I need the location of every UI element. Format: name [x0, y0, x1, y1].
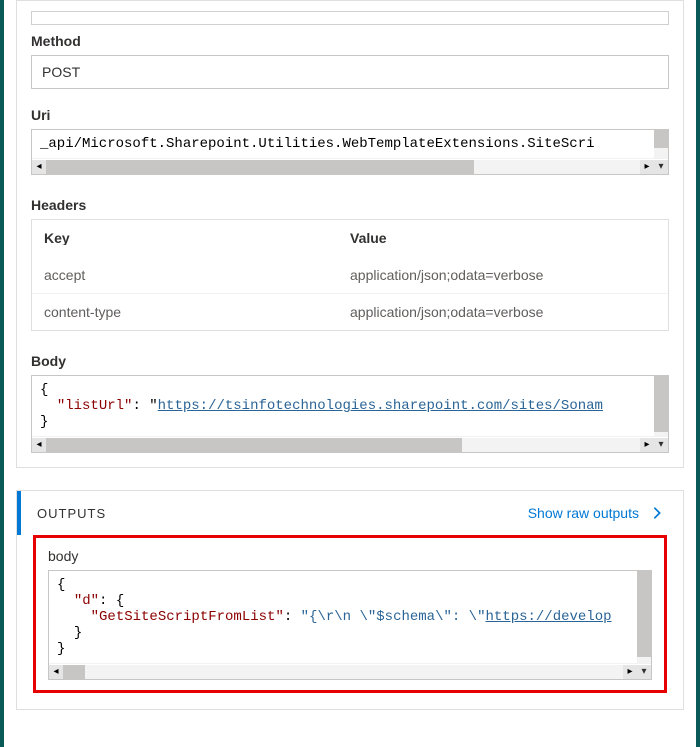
uri-hscroll-track[interactable]: [46, 160, 640, 174]
show-raw-outputs-label: Show raw outputs: [528, 505, 639, 521]
body-json: { "listUrl": "https://tsinfotechnologies…: [32, 376, 668, 436]
headers-key-col: Key: [44, 230, 350, 246]
body-codebox: { "listUrl": "https://tsinfotechnologies…: [31, 375, 669, 453]
headers-label: Headers: [31, 197, 669, 213]
scroll-left-icon[interactable]: ◂: [49, 665, 63, 679]
inputs-card: Method POST Uri _api/Microsoft.Sharepoin…: [16, 0, 684, 468]
headers-field: Headers Key Value accept application/jso…: [31, 197, 669, 331]
output-body-codebox: { "d": { "GetSiteScriptFromList": "{\r\n…: [48, 570, 652, 680]
method-field: Method POST: [31, 33, 669, 89]
header-key: accept: [44, 267, 350, 283]
uri-vscroll-track[interactable]: [654, 130, 668, 158]
body-label: Body: [31, 353, 669, 369]
scroll-left-icon[interactable]: ◂: [32, 438, 46, 452]
scroll-down-icon[interactable]: ▾: [654, 438, 668, 452]
table-row: accept application/json;odata=verbose: [32, 257, 668, 293]
header-value: application/json;odata=verbose: [350, 304, 656, 320]
method-label: Method: [31, 33, 669, 49]
header-key: content-type: [44, 304, 350, 320]
uri-label: Uri: [31, 107, 669, 123]
uri-hscroll-thumb[interactable]: [46, 160, 474, 174]
output-body-highlight: body { "d": { "GetSiteScriptFromList": "…: [33, 535, 667, 693]
output-body-json: { "d": { "GetSiteScriptFromList": "{\r\n…: [49, 571, 651, 663]
output-body-label: body: [48, 548, 652, 564]
body-vscroll-thumb[interactable]: [654, 376, 668, 432]
scroll-right-icon[interactable]: ▸: [640, 438, 654, 452]
method-value: POST: [31, 55, 669, 89]
output-schema-link[interactable]: https://develop: [486, 609, 612, 625]
body-open: {: [40, 382, 48, 398]
body-hscroll[interactable]: ◂ ▸ ▾: [32, 436, 668, 452]
body-hscroll-thumb[interactable]: [46, 438, 462, 452]
outputs-header: OUTPUTS Show raw outputs: [17, 491, 683, 535]
outputs-title: OUTPUTS: [37, 506, 528, 521]
body-hscroll-track[interactable]: [46, 438, 640, 452]
header-value: application/json;odata=verbose: [350, 267, 656, 283]
uri-field: Uri _api/Microsoft.Sharepoint.Utilities.…: [31, 107, 669, 175]
body-url-link[interactable]: https://tsinfotechnologies.sharepoint.co…: [158, 398, 603, 414]
headers-body: accept application/json;odata=verbose co…: [32, 257, 668, 330]
show-raw-outputs-link[interactable]: Show raw outputs: [528, 503, 667, 523]
uri-value: _api/Microsoft.Sharepoint.Utilities.WebT…: [32, 130, 668, 158]
headers-header-row: Key Value: [32, 220, 668, 257]
output-vscroll-track[interactable]: [637, 571, 651, 663]
previous-field-stub: [31, 11, 669, 25]
uri-codebox: _api/Microsoft.Sharepoint.Utilities.WebT…: [31, 129, 669, 175]
scroll-right-icon[interactable]: ▸: [640, 160, 654, 174]
output-hscroll-thumb[interactable]: [63, 665, 85, 679]
body-close: }: [40, 414, 48, 430]
scroll-down-icon[interactable]: ▾: [637, 665, 651, 679]
scroll-right-icon[interactable]: ▸: [623, 665, 637, 679]
scroll-down-icon[interactable]: ▾: [654, 160, 668, 174]
body-key: "listUrl": [57, 398, 133, 414]
output-hscroll-track[interactable]: [63, 665, 623, 679]
uri-vscroll-thumb[interactable]: [654, 130, 668, 148]
page: Method POST Uri _api/Microsoft.Sharepoin…: [0, 0, 700, 747]
output-vscroll-thumb[interactable]: [637, 571, 651, 657]
body-vscroll-track[interactable]: [654, 376, 668, 436]
output-hscroll[interactable]: ◂ ▸ ▾: [49, 663, 651, 679]
headers-table: Key Value accept application/json;odata=…: [31, 219, 669, 331]
uri-hscroll[interactable]: ◂ ▸ ▾: [32, 158, 668, 174]
table-row: content-type application/json;odata=verb…: [32, 293, 668, 330]
outputs-card: OUTPUTS Show raw outputs body { "d": { "…: [16, 490, 684, 710]
scroll-left-icon[interactable]: ◂: [32, 160, 46, 174]
body-field: Body { "listUrl": "https://tsinfotechnol…: [31, 353, 669, 453]
headers-value-col: Value: [350, 230, 656, 246]
chevron-right-icon: [647, 503, 667, 523]
